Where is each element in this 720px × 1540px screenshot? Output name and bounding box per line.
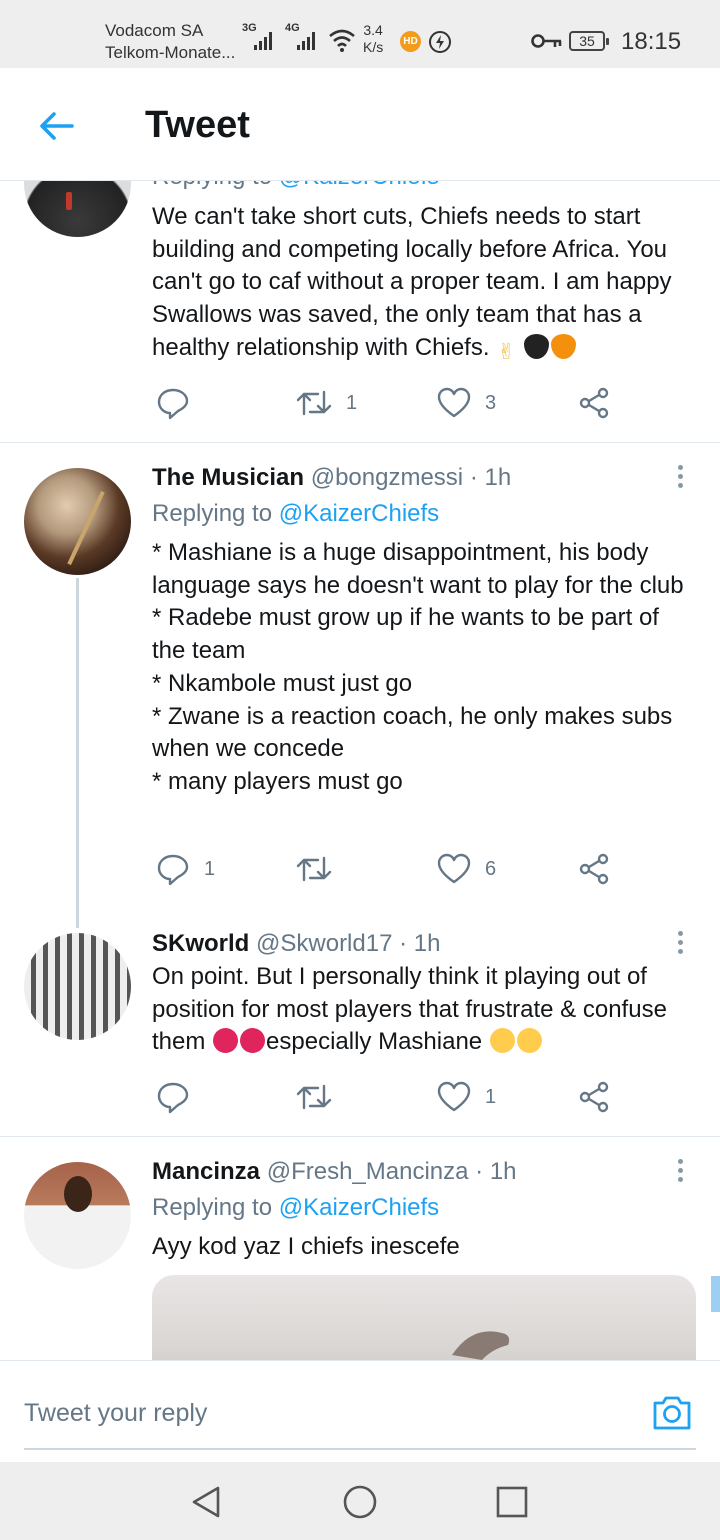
status-bar: Vodacom SA Telkom-Monate... 3G 4G 3.4 K/… <box>0 0 720 68</box>
reply-icon <box>157 854 189 886</box>
tweet-line: * Nkambole must just go <box>152 669 413 697</box>
share-button[interactable] <box>578 849 610 889</box>
retweet-button[interactable] <box>296 849 346 889</box>
nav-home-icon[interactable] <box>340 1482 380 1522</box>
page-title: Tweet <box>145 104 250 146</box>
tweet-line: * Mashiane is a huge disappointment, his… <box>152 539 684 599</box>
retweet-icon <box>296 390 332 416</box>
angry-face-icon <box>213 1028 239 1054</box>
retweet-button[interactable] <box>296 1077 346 1117</box>
back-arrow-icon[interactable] <box>36 106 76 146</box>
like-button[interactable]: 1 <box>437 1077 496 1117</box>
more-options-icon[interactable] <box>670 462 690 494</box>
share-button[interactable] <box>578 1077 610 1117</box>
app-header: Tweet <box>0 68 720 181</box>
orange-heart-icon <box>551 333 577 359</box>
tweet-line: * Radebe must grow up if he wants to be … <box>152 604 659 665</box>
hd-badge-icon: HD <box>400 31 421 52</box>
avatar[interactable] <box>24 1162 131 1269</box>
like-button[interactable]: 3 <box>437 383 496 423</box>
battery-icon: 35 <box>569 31 609 51</box>
nav-back-icon[interactable] <box>186 1482 226 1522</box>
scrollbar[interactable] <box>711 1276 720 1312</box>
tweet-text: On point. But I personally think it play… <box>152 963 667 1056</box>
timestamp: · 1h <box>475 1158 517 1185</box>
steam-face-icon <box>489 1028 515 1054</box>
avatar[interactable] <box>24 933 131 1040</box>
share-icon <box>579 387 609 419</box>
replying-to: Replying to @KaizerChiefs <box>152 500 440 527</box>
more-options-icon[interactable] <box>670 928 690 960</box>
handle: @Skworld17 <box>256 930 393 957</box>
tweet-actions: 1 6 <box>0 849 720 889</box>
divider <box>0 442 720 443</box>
retweet-button[interactable]: 1 <box>296 383 357 423</box>
carrier-2: Telkom-Monate... <box>105 43 236 62</box>
replying-to-link[interactable]: @KaizerChiefs <box>279 1194 439 1221</box>
share-button[interactable] <box>578 383 610 423</box>
carrier-1: Vodacom SA <box>105 21 204 40</box>
tweet-text: Ayy kod yaz I chiefs inescefe <box>152 1233 460 1260</box>
tweet-text: We can't take short cuts, Chiefs needs t… <box>152 203 672 364</box>
nav-recents-icon[interactable] <box>492 1482 532 1522</box>
replying-to: Replying to @KaizerChiefs <box>152 1194 440 1221</box>
reply-bar: Tweet your reply <box>0 1360 720 1462</box>
tweet-line: * many players must go <box>152 767 403 795</box>
heart-icon <box>437 1081 471 1112</box>
reply-button[interactable] <box>156 1077 204 1117</box>
timestamp: · 1h <box>469 464 512 491</box>
divider <box>0 1136 720 1137</box>
tweet-author[interactable]: The Musician @bongzmessi · 1h <box>152 464 511 492</box>
status-clock: 18:15 <box>621 28 682 55</box>
display-name[interactable]: Mancinza <box>152 1158 260 1185</box>
tweet-actions: 1 <box>0 1077 720 1117</box>
reply-underline <box>24 1448 696 1450</box>
steam-face-icon <box>516 1028 542 1054</box>
wifi-icon <box>329 29 355 52</box>
black-heart-icon <box>524 333 550 359</box>
retweet-icon <box>296 856 332 882</box>
avatar[interactable] <box>24 468 131 575</box>
reply-icon <box>157 1082 189 1114</box>
heart-icon <box>437 853 471 884</box>
share-icon <box>579 1081 609 1113</box>
signal-bars-icon <box>254 30 272 50</box>
media-bird-shape <box>452 1331 510 1360</box>
reply-icon <box>157 388 189 420</box>
reply-button[interactable] <box>156 383 204 423</box>
heart-icon <box>437 387 471 418</box>
handle: @bongzmessi <box>310 464 464 491</box>
victory-hand-icon: ✌ <box>497 338 516 364</box>
reply-button[interactable]: 1 <box>156 849 215 889</box>
carrier-info: Vodacom SA Telkom-Monate... <box>105 20 235 64</box>
reply-input[interactable]: Tweet your reply <box>24 1399 207 1428</box>
display-name[interactable]: The Musician <box>152 464 304 491</box>
tweet-text: * Mashiane is a huge disappointment, his… <box>152 537 697 799</box>
share-icon <box>579 853 609 885</box>
tweet-author[interactable]: SKworld @Skworld17 · 1h <box>152 930 440 958</box>
camera-icon[interactable] <box>651 1391 693 1433</box>
replying-to-link[interactable]: @KaizerChiefs <box>279 500 439 527</box>
tweet-line: * Zwane is a reaction coach, he only mak… <box>152 702 673 763</box>
handle: @Fresh_Mancinza <box>266 1158 469 1185</box>
tweet-author[interactable]: Mancinza @Fresh_Mancinza · 1h <box>152 1158 517 1186</box>
more-options-icon[interactable] <box>670 1156 690 1188</box>
signal-bars-icon <box>297 30 315 50</box>
like-button[interactable]: 6 <box>437 849 496 889</box>
key-icon <box>531 34 562 48</box>
network-speed: 3.4 K/s <box>363 22 384 55</box>
retweet-icon <box>296 1084 332 1110</box>
data-saver-icon <box>429 31 451 53</box>
tweet-actions: 1 3 <box>0 383 720 423</box>
display-name[interactable]: SKworld <box>152 930 249 957</box>
system-nav-bar <box>0 1462 720 1540</box>
timestamp: · 1h <box>399 930 441 957</box>
angry-face-icon <box>240 1028 266 1054</box>
